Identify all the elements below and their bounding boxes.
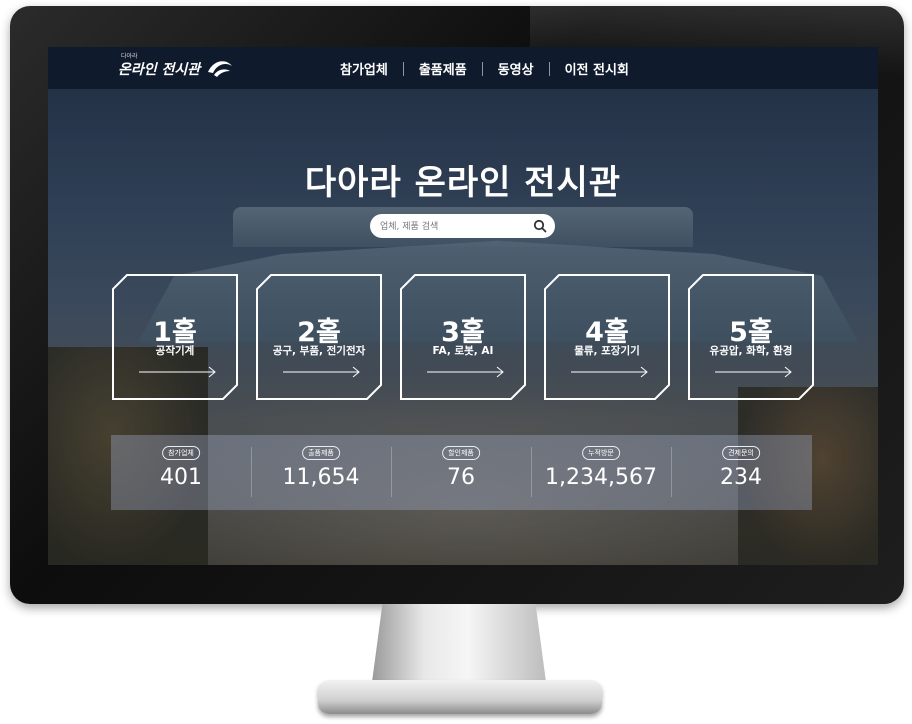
search-icon[interactable] <box>533 219 547 233</box>
stat-exhibitors: 참가업체 401 <box>111 435 251 510</box>
logo-text: 온라인 전시관 <box>118 62 201 78</box>
hall-card-4[interactable]: 4홀 물류, 포장기기 <box>543 273 671 401</box>
stat-value: 11,654 <box>282 465 360 490</box>
monitor-base <box>318 680 602 714</box>
top-nav-bar: 온라인 전시관 다아라 참가업체 출품제품 동영상 이전 전시회 <box>48 47 878 89</box>
nav-divider <box>481 61 483 76</box>
stat-value: 234 <box>720 465 762 490</box>
nav-item-products[interactable]: 출품제품 <box>419 59 467 78</box>
hero-title: 다아라 온라인 전시관 <box>304 163 622 203</box>
stat-visits: 누적방문 1,234,567 <box>531 435 671 510</box>
screen: 온라인 전시관 다아라 참가업체 출품제품 동영상 이전 전시회 다아라 온라인… <box>48 47 878 565</box>
nav-divider <box>548 61 550 76</box>
logo-swoosh-icon <box>208 61 233 77</box>
logo-subtext: 다아라 <box>121 53 138 60</box>
search-input[interactable] <box>378 217 522 237</box>
stat-label: 출품제품 <box>302 446 340 460</box>
hall-card-1[interactable]: 1홀 공작기계 <box>111 273 239 401</box>
hall-category: 유공압, 화학, 환경 <box>709 345 793 357</box>
stat-discounted: 할인제품 76 <box>391 435 531 510</box>
nav-item-past-exhibitions[interactable]: 이전 전시회 <box>565 59 629 78</box>
hall-card-2[interactable]: 2홀 공구, 부품, 전기전자 <box>255 273 383 401</box>
stats-panel: 참가업체 401 출품제품 11,654 할인제품 76 누적방문 1,234,… <box>111 435 812 510</box>
search-bar <box>370 214 555 238</box>
stat-label: 견제문의 <box>722 446 760 460</box>
nav-item-videos[interactable]: 동영상 <box>498 59 534 78</box>
hall-category: 공작기계 <box>155 345 195 357</box>
stat-value: 401 <box>160 465 202 490</box>
stat-products: 출품제품 11,654 <box>251 435 391 510</box>
hall-category: 물류, 포장기기 <box>574 345 640 357</box>
stat-label: 할인제품 <box>442 446 480 460</box>
stat-value: 1,234,567 <box>545 465 657 490</box>
stat-value: 76 <box>447 465 475 490</box>
stat-label: 누적방문 <box>582 446 620 460</box>
monitor-stand <box>372 604 546 682</box>
hall-category: FA, 로봇, AI <box>432 345 494 357</box>
hall-card-5[interactable]: 5홀 유공압, 화학, 환경 <box>687 273 815 401</box>
hall-category: 공구, 부품, 전기전자 <box>272 345 366 357</box>
stat-inquiries: 견제문의 234 <box>671 435 811 510</box>
stat-label: 참가업체 <box>162 446 200 460</box>
main-nav: 참가업체 출품제품 동영상 이전 전시회 <box>340 59 629 78</box>
hall-card-3[interactable]: 3홀 FA, 로봇, AI <box>399 273 527 401</box>
site-logo[interactable]: 온라인 전시관 <box>118 57 234 81</box>
nav-divider <box>402 61 404 76</box>
nav-item-exhibitors[interactable]: 참가업체 <box>340 59 388 78</box>
